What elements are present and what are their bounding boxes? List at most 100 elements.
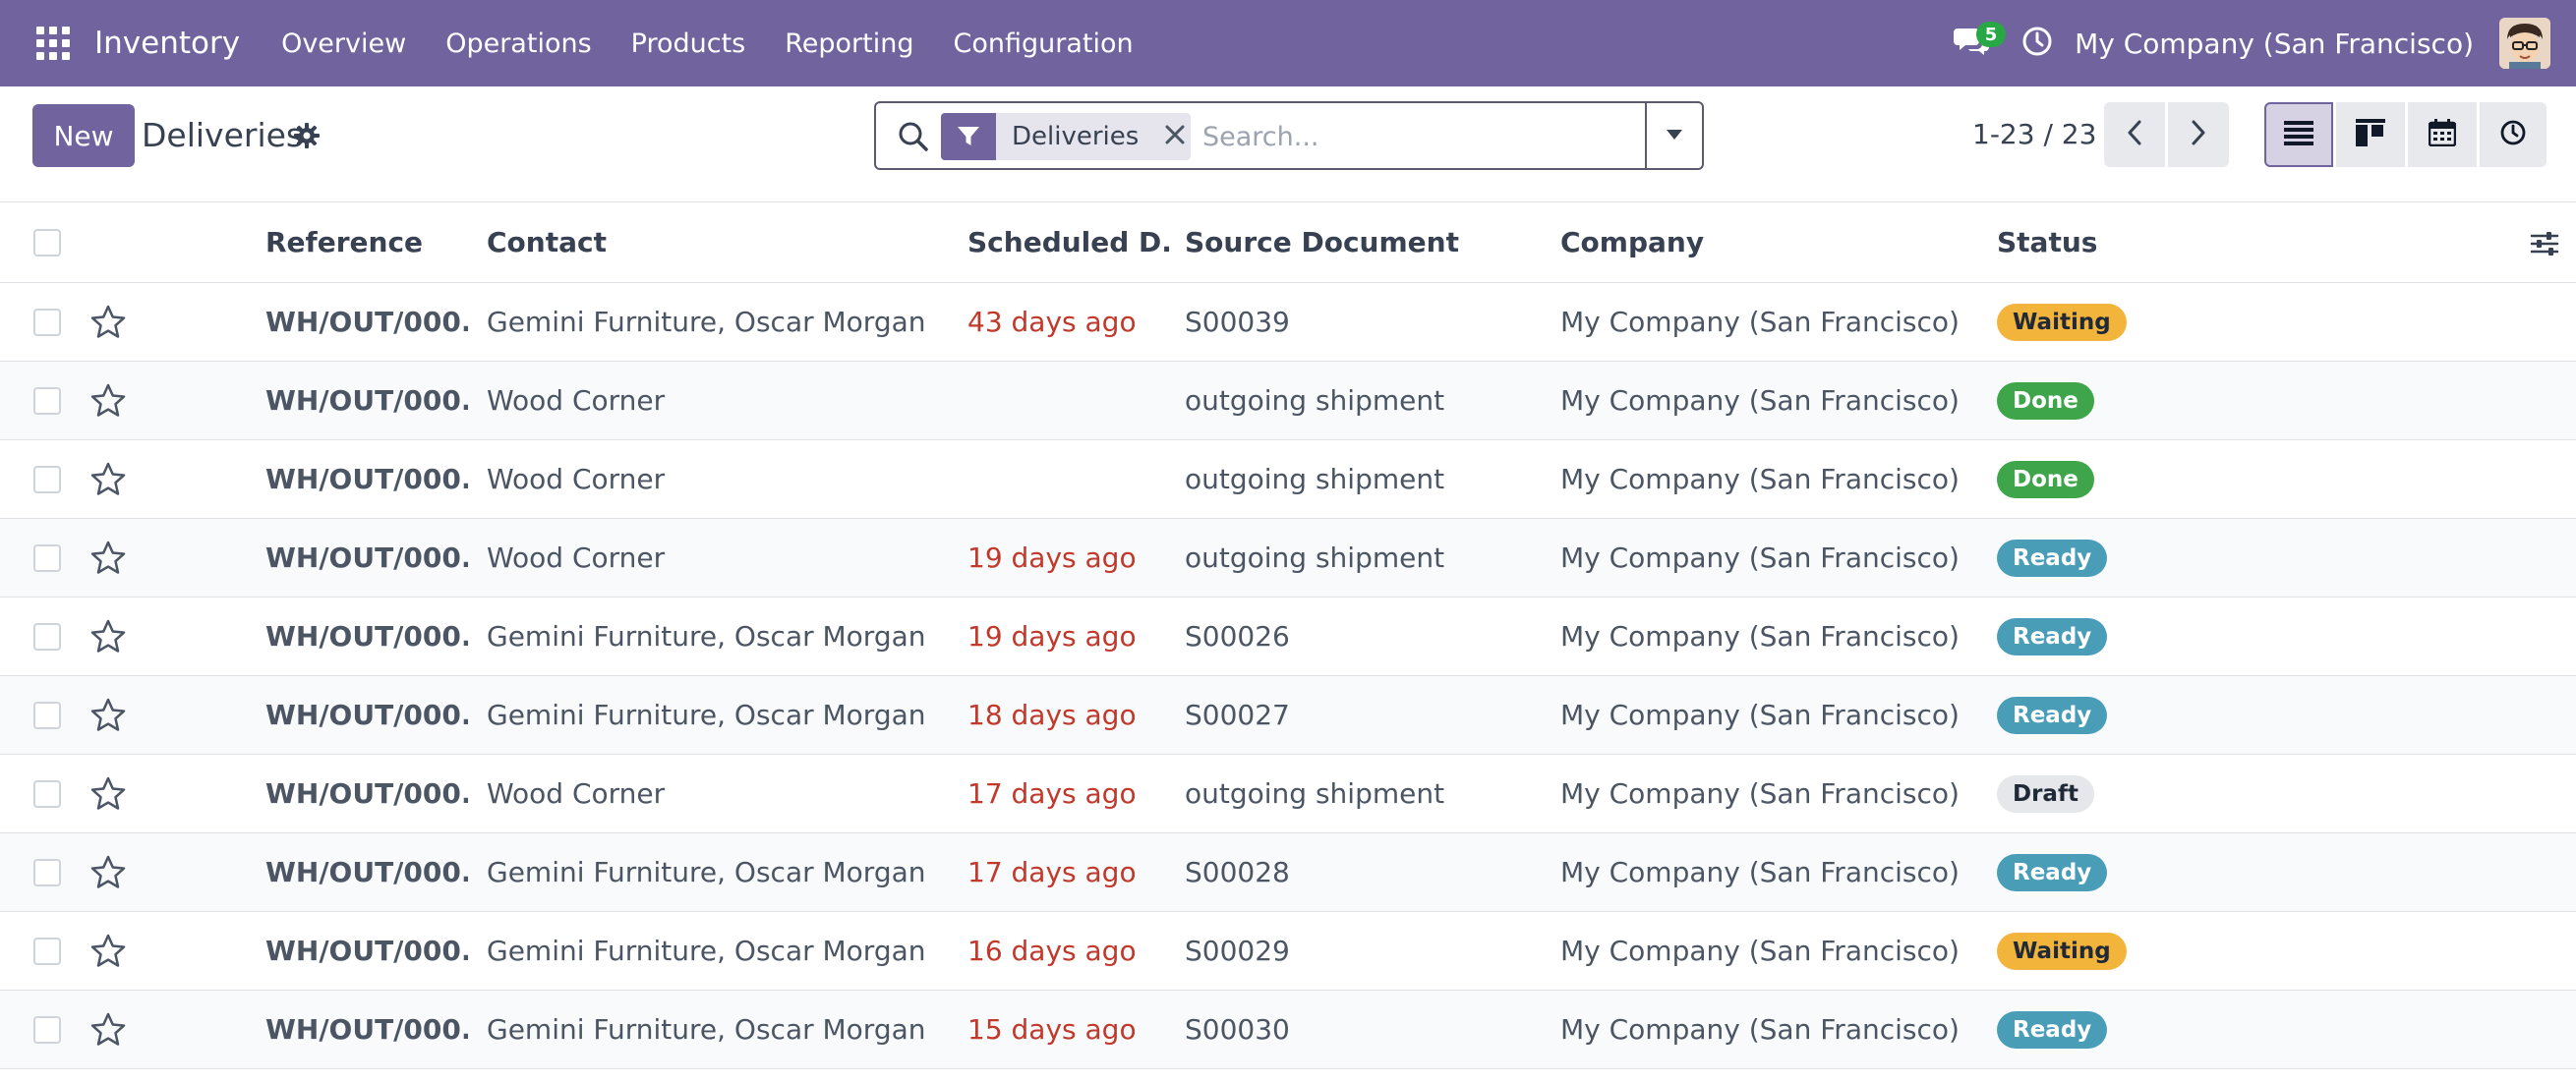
kanban-view-button[interactable] [2336,102,2405,167]
row-checkbox[interactable] [33,386,61,415]
cell-reference: WH/OUT/000... [265,463,468,495]
cell-scheduled-date: 16 days ago [967,935,1137,967]
apps-menu-button[interactable] [26,16,81,71]
messages-button[interactable]: 5 [1945,16,2007,71]
row-checkbox[interactable] [33,701,61,729]
table-row[interactable]: WH/OUT/000... Gemini Furniture, Oscar Mor… [0,283,2576,362]
cell-contact: Gemini Furniture, Oscar Morgan [487,1013,926,1046]
cell-status: Waiting [1997,283,2292,361]
table-row[interactable]: WH/OUT/000... Wood Corner 17 days ago outgo… [0,755,2576,833]
cell-reference: WH/OUT/000... [265,777,468,810]
menu-configuration[interactable]: Configuration [934,0,1153,86]
cell-scheduled-date: 18 days ago [967,699,1137,731]
cell-scheduled-date: 43 days ago [967,306,1137,338]
actions-gear-button[interactable] [293,122,321,149]
row-checkbox[interactable] [33,858,61,886]
cell-source-document: S00029 [1185,935,1290,967]
cell-status: Draft [1997,755,2292,832]
activities-button[interactable] [2012,18,2063,69]
table-row[interactable]: WH/OUT/000... Gemini Furniture, Oscar Mor… [0,598,2576,676]
star-icon[interactable] [88,381,128,421]
table-row[interactable]: WH/OUT/000... Wood Corner outgoing shipmen… [0,362,2576,440]
cell-contact: Wood Corner [487,384,666,417]
row-checkbox[interactable] [33,465,61,493]
list-view-button[interactable] [2264,102,2333,167]
table-row[interactable]: WH/OUT/000... Wood Corner outgoing shipmen… [0,440,2576,519]
star-icon[interactable] [88,696,128,735]
star-icon[interactable] [88,774,128,814]
cell-company: My Company (San Francisco) [1560,856,1960,888]
cell-contact: Wood Corner [487,777,666,810]
user-avatar[interactable] [2499,18,2550,69]
star-icon[interactable] [88,932,128,971]
cell-contact: Wood Corner [487,463,666,495]
status-badge: Done [1997,460,2094,498]
row-checkbox[interactable] [33,1015,61,1044]
row-checkbox[interactable] [33,779,61,808]
activity-view-button[interactable] [2480,102,2547,167]
column-header-contact[interactable]: Contact [487,202,949,282]
cell-scheduled-date: 15 days ago [967,1013,1137,1046]
table-header: Reference Contact Scheduled D... Source … [0,202,2576,283]
select-all-checkbox[interactable] [33,228,61,256]
cell-source-document: S00028 [1185,856,1290,888]
row-checkbox[interactable] [33,543,61,572]
cell-contact: Gemini Furniture, Oscar Morgan [487,935,926,967]
column-header-source-document[interactable]: Source Document [1185,202,1549,282]
app-name[interactable]: Inventory [94,26,240,61]
kanban-view-icon [2356,119,2385,150]
calendar-view-button[interactable] [2408,102,2477,167]
search-input[interactable] [1202,113,1625,160]
cell-source-document: S00027 [1185,699,1290,731]
pager-next-button[interactable] [2168,102,2229,167]
row-checkbox[interactable] [33,622,61,651]
column-header-status[interactable]: Status [1997,202,2292,282]
table-row[interactable]: WH/OUT/000... Gemini Furniture, Oscar Mor… [0,912,2576,991]
cell-contact: Wood Corner [487,542,666,574]
cell-source-document: S00026 [1185,620,1290,653]
menu-reporting[interactable]: Reporting [765,0,933,86]
menu-overview[interactable]: Overview [262,0,426,86]
cell-status: Ready [1997,676,2292,754]
pager-value[interactable]: 1-23 / 23 [1972,118,2096,150]
company-switcher[interactable]: My Company (San Francisco) [2075,28,2474,60]
new-button[interactable]: New [32,104,135,167]
star-icon[interactable] [88,539,128,578]
search-options-toggle[interactable] [1645,103,1702,168]
facet-remove-button[interactable] [1160,122,1190,151]
cell-source-document: outgoing shipment [1185,777,1445,810]
cell-scheduled-date: 19 days ago [967,542,1137,574]
star-icon[interactable] [88,853,128,892]
apps-grid-icon [36,27,70,60]
row-checkbox[interactable] [33,937,61,965]
star-icon[interactable] [88,1010,128,1050]
menu-operations[interactable]: Operations [426,0,611,86]
table-row[interactable]: WH/OUT/000... Gemini Furniture, Oscar Mor… [0,833,2576,912]
column-header-scheduled-date[interactable]: Scheduled D... [967,202,1174,282]
cell-reference: WH/OUT/000... [265,384,468,417]
caret-down-icon [1665,127,1684,145]
pager-previous-button[interactable] [2104,102,2165,167]
cell-scheduled-date [967,362,1174,439]
column-header-reference[interactable]: Reference [265,202,468,282]
search-icon [896,119,931,154]
star-icon[interactable] [88,617,128,656]
chevron-left-icon [2126,119,2143,150]
cell-scheduled-date [967,440,1174,518]
status-badge: Ready [1997,696,2108,734]
table-row[interactable]: WH/OUT/000... Gemini Furniture, Oscar Mor… [0,676,2576,755]
cell-scheduled-date: 17 days ago [967,777,1137,810]
cell-status: Ready [1997,519,2292,597]
top-navbar: Inventory Overview Operations Products R… [0,0,2576,86]
cell-company: My Company (San Francisco) [1560,777,1960,810]
menu-products[interactable]: Products [612,0,766,86]
cell-reference: WH/OUT/000... [265,1013,468,1046]
optional-columns-button[interactable] [2529,228,2560,259]
star-icon[interactable] [88,303,128,342]
row-checkbox[interactable] [33,308,61,336]
facet-label: Deliveries [1012,122,1140,151]
star-icon[interactable] [88,460,128,499]
table-row[interactable]: WH/OUT/000... Wood Corner 19 days ago outgo… [0,519,2576,598]
column-header-company[interactable]: Company [1560,202,1973,282]
table-row[interactable]: WH/OUT/000... Gemini Furniture, Oscar Mor… [0,991,2576,1069]
